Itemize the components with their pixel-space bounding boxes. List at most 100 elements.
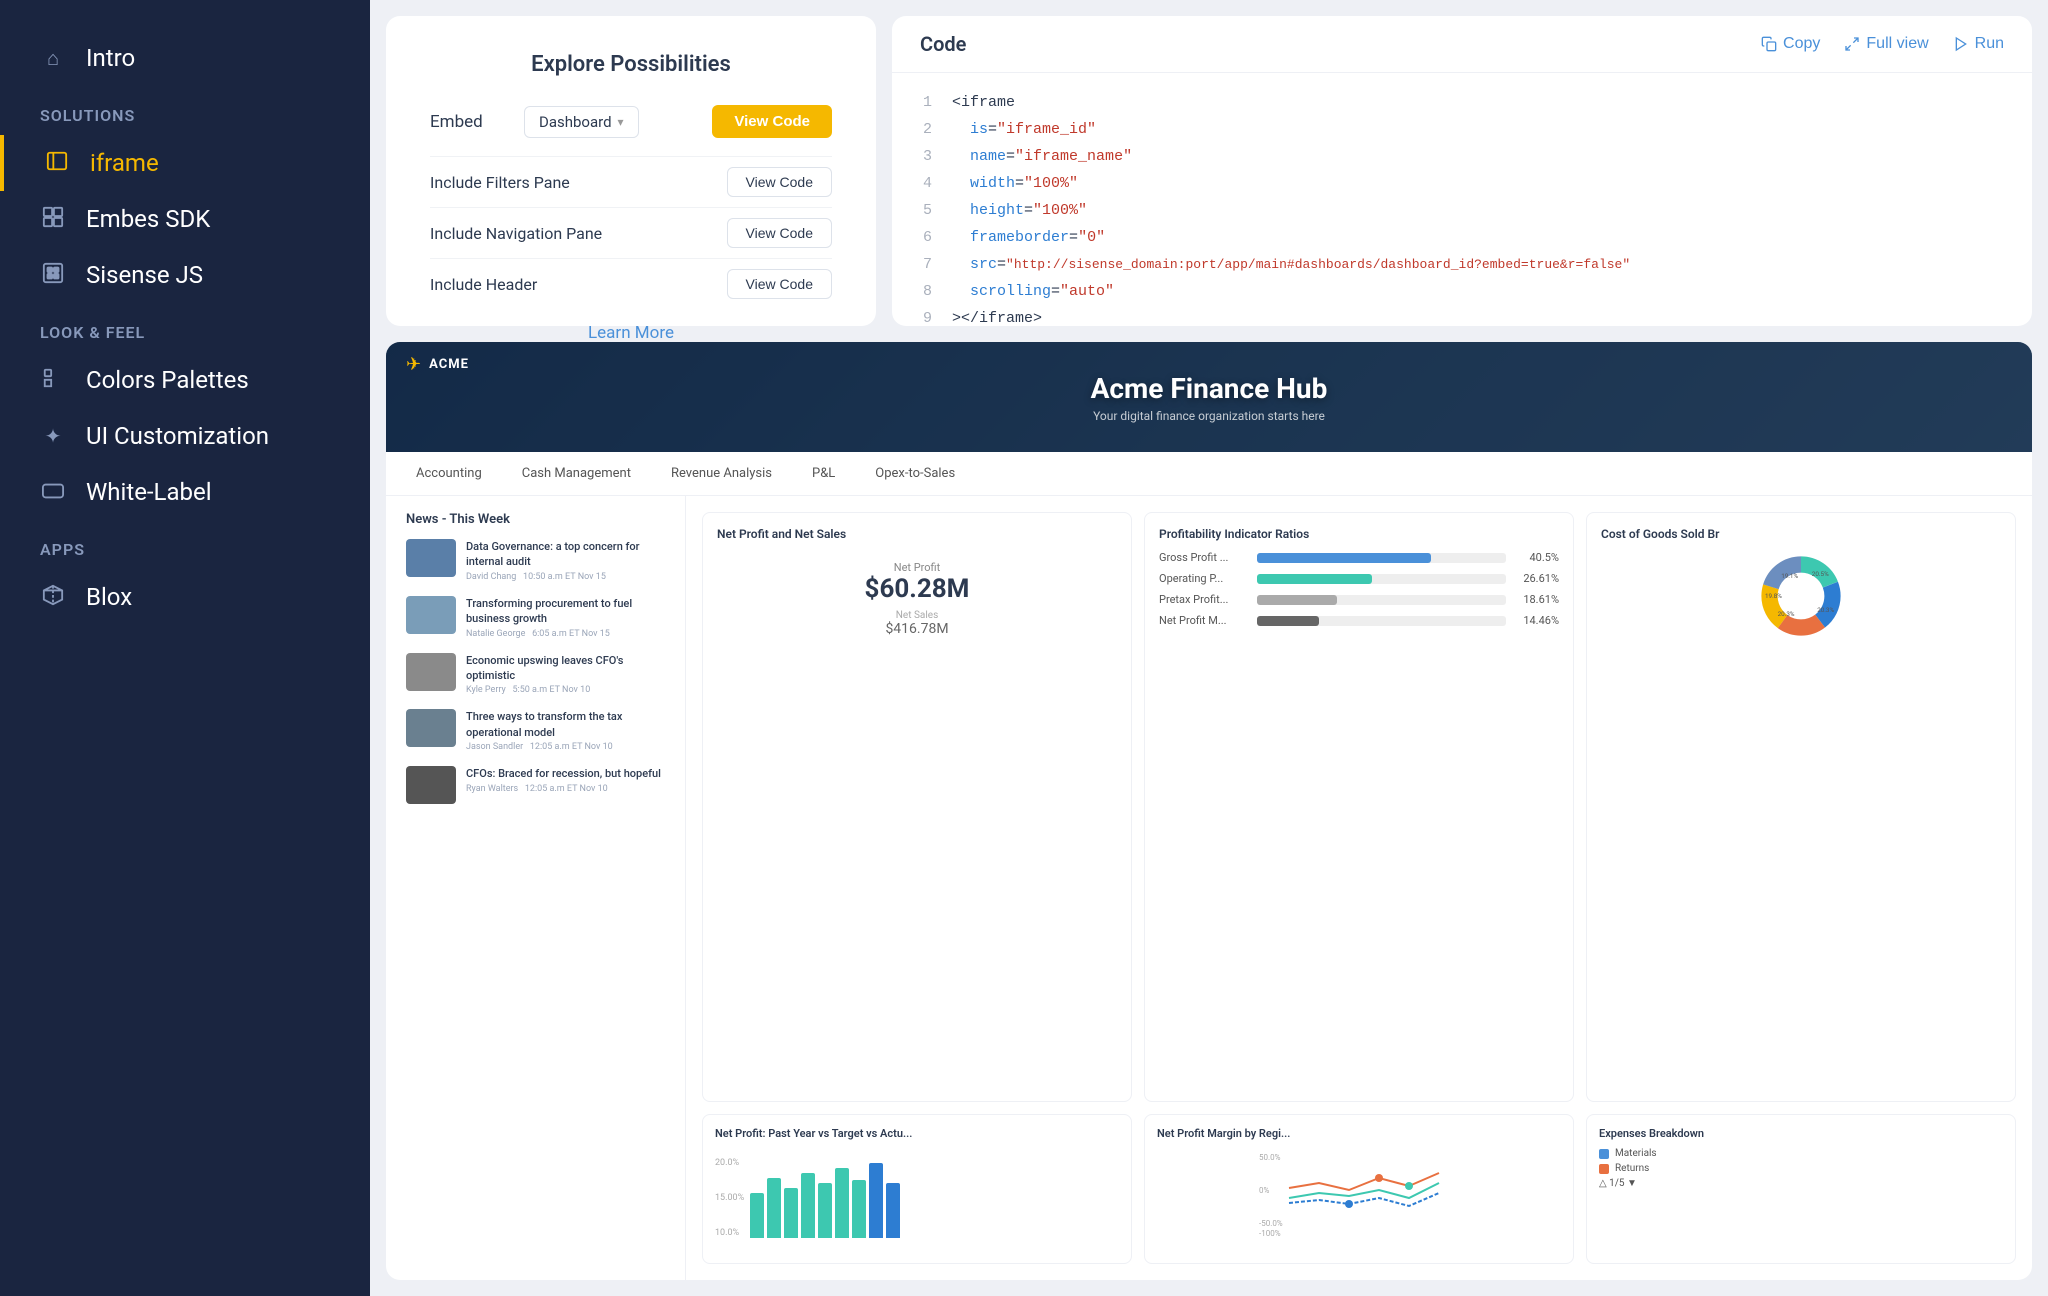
- view-code-navigation-button[interactable]: View Code: [727, 218, 832, 248]
- nav-cash-mgmt[interactable]: Cash Management: [522, 462, 631, 485]
- code-panel-title: Code: [920, 32, 966, 56]
- nav-pl[interactable]: P&L: [812, 462, 835, 485]
- ui-custom-icon: ✦: [40, 424, 66, 448]
- bar-3: [801, 1173, 815, 1238]
- code-panel: Code Copy: [892, 16, 2032, 326]
- cogs-card-title: Cost of Goods Sold Br: [1601, 527, 2001, 541]
- net-profit-card: Net Profit and Net Sales Net Profit $60.…: [702, 512, 1132, 1102]
- embed-row: Embed Dashboard ▾ View Code: [430, 105, 832, 138]
- run-icon: [1953, 36, 1969, 52]
- line-chart-svg: 50.0% 0% -50.0% -100%: [1157, 1148, 1561, 1238]
- net-sales-value: $416.78M: [717, 621, 1117, 637]
- sidebar-item-intro-label: Intro: [86, 44, 135, 72]
- sidebar-item-iframe[interactable]: iframe: [0, 135, 370, 191]
- svg-text:20.3%: 20.3%: [1778, 610, 1795, 618]
- y-axis: 20.0% 15.00% 10.0%: [715, 1158, 744, 1238]
- prof-row-1: Operating P... 26.61%: [1159, 572, 1559, 585]
- net-profit-card-title: Net Profit and Net Sales: [717, 527, 1117, 541]
- embed-dropdown[interactable]: Dashboard ▾: [524, 106, 639, 138]
- view-code-header-button[interactable]: View Code: [727, 269, 832, 299]
- sidebar-item-blox-label: Blox: [86, 583, 132, 611]
- view-code-filters-button[interactable]: View Code: [727, 167, 832, 197]
- look-feel-section-label: LOOK & FEEL: [0, 303, 370, 352]
- bar-7: [869, 1163, 883, 1238]
- prof-bar-3: [1257, 616, 1319, 626]
- line-chart-container: 50.0% 0% -50.0% -100%: [1157, 1148, 1561, 1238]
- bars: [750, 1158, 900, 1238]
- sidebar-item-colors[interactable]: Colors Palettes: [0, 352, 370, 408]
- learn-more-link[interactable]: Learn More: [430, 323, 832, 343]
- sidebar-item-sisense-js-label: Sisense JS: [86, 261, 203, 289]
- sidebar-item-sisense-js[interactable]: Sisense JS: [0, 247, 370, 303]
- line-code-4: width="100%": [952, 170, 1078, 197]
- code-body: 1 <iframe 2 is="iframe_id" 3 name="ifram…: [892, 73, 2032, 326]
- sidebar-item-colors-label: Colors Palettes: [86, 366, 249, 394]
- news-headline-3: Three ways to transform the tax operatio…: [466, 709, 665, 740]
- dash-hero: ✈ ACME Acme Finance Hub Your digital fin…: [386, 342, 2032, 452]
- dropdown-value: Dashboard: [539, 113, 612, 131]
- prof-label-3: Net Profit M...: [1159, 614, 1249, 627]
- dash-news: News - This Week Data Governance: a top …: [386, 496, 686, 1280]
- prof-bar-2: [1257, 595, 1337, 605]
- profitability-card-title: Profitability Indicator Ratios: [1159, 527, 1559, 541]
- line-num-9: 9: [912, 305, 932, 326]
- prof-bar-bg-2: [1257, 595, 1506, 605]
- line-num-6: 6: [912, 224, 932, 251]
- line-code-1: <iframe: [952, 89, 1015, 116]
- nav-revenue[interactable]: Revenue Analysis: [671, 462, 772, 485]
- solutions-section-label: SOLUTIONS: [0, 86, 370, 135]
- news-text-3: Three ways to transform the tax operatio…: [466, 709, 665, 752]
- main-content: Explore Possibilities Embed Dashboard ▾ …: [370, 0, 2048, 1296]
- code-line-5: 5 height="100%": [912, 197, 2012, 224]
- sidebar-item-intro[interactable]: ⌂ Intro: [0, 30, 370, 86]
- code-actions: Copy Full view: [1761, 35, 2004, 53]
- y-label-2: 15.00%: [715, 1193, 744, 1203]
- sidebar-item-white-label-label: White-Label: [86, 478, 212, 506]
- net-profit-display: Net Profit $60.28M Net Sales $416.78M: [717, 551, 1117, 647]
- news-meta-2: Kyle Perry 5:50 a.m ET Nov 10: [466, 685, 665, 695]
- y-label-3: 10.0%: [715, 1228, 744, 1238]
- code-line-3: 3 name="iframe_name": [912, 143, 2012, 170]
- prof-label-1: Operating P...: [1159, 572, 1249, 585]
- expenses-card: Expenses Breakdown Materials Returns: [1586, 1114, 2016, 1264]
- run-button[interactable]: Run: [1953, 35, 2004, 53]
- news-text-4: CFOs: Braced for recession, but hopeful …: [466, 766, 665, 793]
- news-thumb-4: [406, 766, 456, 804]
- white-label-icon: [40, 480, 66, 504]
- dashboard-title: Acme Finance Hub: [1091, 372, 1328, 405]
- news-item-0: Data Governance: a top concern for inter…: [406, 539, 665, 582]
- legend-label-materials: Materials: [1615, 1148, 1657, 1159]
- sidebar-item-ui-custom[interactable]: ✦ UI Customization: [0, 408, 370, 464]
- code-line-7: 7 src="http://sisense_domain:port/app/ma…: [912, 251, 2012, 278]
- metrics-bottom-row: Net Profit: Past Year vs Target vs Actu.…: [702, 1114, 2016, 1264]
- net-profit-trend-card: Net Profit: Past Year vs Target vs Actu.…: [702, 1114, 1132, 1264]
- nav-accounting[interactable]: Accounting: [416, 462, 482, 485]
- fullview-label: Full view: [1866, 35, 1928, 53]
- prof-row-3: Net Profit M... 14.46%: [1159, 614, 1559, 627]
- prof-bar-bg-0: [1257, 553, 1506, 563]
- sidebar-item-white-label[interactable]: White-Label: [0, 464, 370, 520]
- line-num-5: 5: [912, 197, 932, 224]
- view-code-primary-button[interactable]: View Code: [712, 105, 832, 138]
- blox-icon: [40, 584, 66, 611]
- nav-opex[interactable]: Opex-to-Sales: [875, 462, 955, 485]
- dashboard-preview: ✈ ACME Acme Finance Hub Your digital fin…: [386, 342, 2032, 1280]
- sidebar-item-ui-custom-label: UI Customization: [86, 422, 269, 450]
- sidebar-item-blox[interactable]: Blox: [0, 569, 370, 625]
- option-label-1: Include Navigation Pane: [430, 224, 602, 243]
- copy-button[interactable]: Copy: [1761, 35, 1820, 53]
- code-line-4: 4 width="100%": [912, 170, 2012, 197]
- net-profit-trend-title: Net Profit: Past Year vs Target vs Actu.…: [715, 1127, 1119, 1140]
- news-text-2: Economic upswing leaves CFO's optimistic…: [466, 653, 665, 696]
- news-item-1: Transforming procurement to fuel busines…: [406, 596, 665, 639]
- sidebar-item-embed-sdk[interactable]: Embes SDK: [0, 191, 370, 247]
- y-label-1: 20.0%: [715, 1158, 744, 1168]
- sisense-js-icon: [40, 262, 66, 289]
- net-profit-value: $60.28M: [717, 574, 1117, 604]
- net-sales-label: Net Sales: [717, 610, 1117, 621]
- code-line-1: 1 <iframe: [912, 89, 2012, 116]
- bar-6: [852, 1180, 866, 1238]
- code-line-9: 9 ></iframe>: [912, 305, 2012, 326]
- cogs-card: Cost of Goods Sold Br: [1586, 512, 2016, 1102]
- fullview-button[interactable]: Full view: [1844, 35, 1928, 53]
